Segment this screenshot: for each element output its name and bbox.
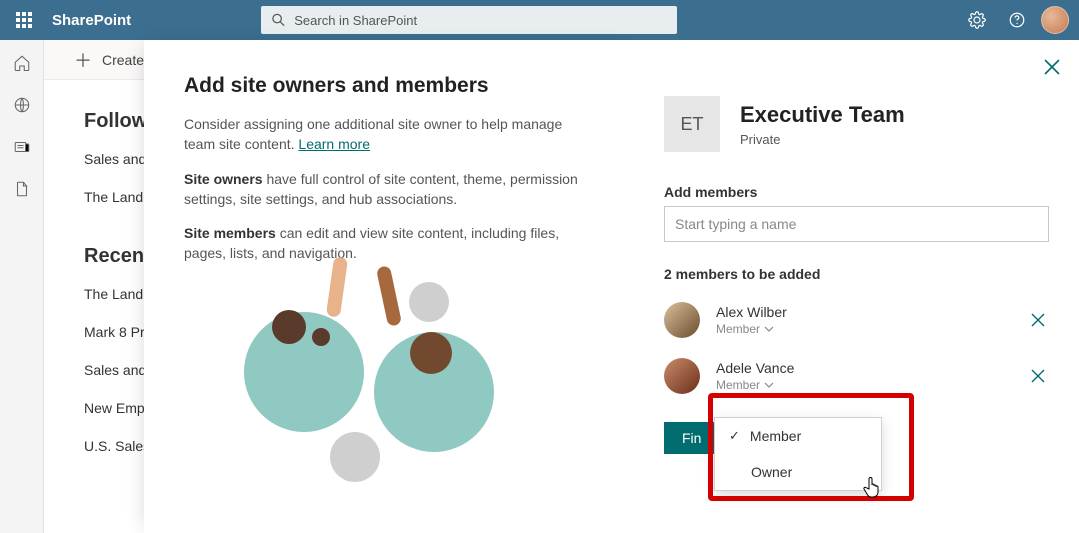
- member-role-dropdown[interactable]: Member: [716, 322, 787, 336]
- remove-member-button[interactable]: [1031, 313, 1045, 327]
- news-icon: [13, 138, 31, 156]
- role-dropdown-menu: Member Owner: [714, 417, 882, 491]
- files-rail-button[interactable]: [13, 180, 31, 198]
- member-avatar: [664, 358, 700, 394]
- member-role-dropdown[interactable]: Member: [716, 378, 794, 392]
- pending-member-row: Adele Vance Member: [634, 348, 1079, 404]
- info-panel-owners: Site owners have full control of site co…: [184, 169, 596, 210]
- site-title: Executive Team: [740, 102, 905, 128]
- user-avatar[interactable]: [1041, 6, 1069, 34]
- close-panel-button[interactable]: [1043, 58, 1061, 76]
- remove-member-button[interactable]: [1031, 369, 1045, 383]
- role-option-owner[interactable]: Owner: [715, 454, 881, 490]
- plus-icon: ＋: [74, 47, 92, 73]
- celebration-illustration: [244, 282, 494, 462]
- member-name: Alex Wilber: [716, 304, 787, 320]
- close-icon: [1043, 58, 1061, 76]
- settings-button[interactable]: [957, 0, 997, 40]
- gear-icon: [968, 11, 986, 29]
- search-input[interactable]: [294, 13, 667, 28]
- info-panel-members: Site members can edit and view site cont…: [184, 223, 596, 264]
- chevron-down-icon: [764, 382, 774, 388]
- add-owners-info-panel: Add site owners and members Consider ass…: [144, 40, 634, 533]
- site-privacy-label: Private: [740, 132, 905, 147]
- pending-member-row: Alex Wilber Member: [634, 292, 1079, 348]
- help-button[interactable]: [997, 0, 1037, 40]
- search-icon: [271, 12, 286, 28]
- add-member-input[interactable]: [664, 206, 1049, 242]
- app-launcher-button[interactable]: [0, 0, 48, 40]
- brand-label: SharePoint: [48, 12, 131, 29]
- info-panel-intro: Consider assigning one additional site o…: [184, 114, 596, 155]
- home-icon: [13, 54, 31, 72]
- left-app-rail: [0, 40, 44, 533]
- globe-rail-button[interactable]: [13, 96, 31, 114]
- info-panel-title: Add site owners and members: [184, 74, 596, 98]
- learn-more-link[interactable]: Learn more: [298, 136, 370, 152]
- member-avatar: [664, 302, 700, 338]
- waffle-icon: [16, 12, 32, 28]
- member-name: Adele Vance: [716, 360, 794, 376]
- close-icon: [1031, 369, 1045, 383]
- help-icon: [1008, 11, 1026, 29]
- to-be-added-label: 2 members to be added: [634, 242, 1079, 292]
- close-icon: [1031, 313, 1045, 327]
- home-rail-button[interactable]: [13, 54, 31, 72]
- site-logo: ET: [664, 96, 720, 152]
- search-box[interactable]: [261, 6, 677, 34]
- news-rail-button[interactable]: [13, 138, 31, 156]
- suite-header: SharePoint: [0, 0, 1079, 40]
- role-option-member[interactable]: Member: [715, 418, 881, 454]
- finish-button[interactable]: Fin: [664, 422, 719, 454]
- globe-icon: [13, 96, 31, 114]
- chevron-down-icon: [764, 326, 774, 332]
- file-icon: [13, 180, 31, 198]
- add-members-label: Add members: [634, 152, 1079, 206]
